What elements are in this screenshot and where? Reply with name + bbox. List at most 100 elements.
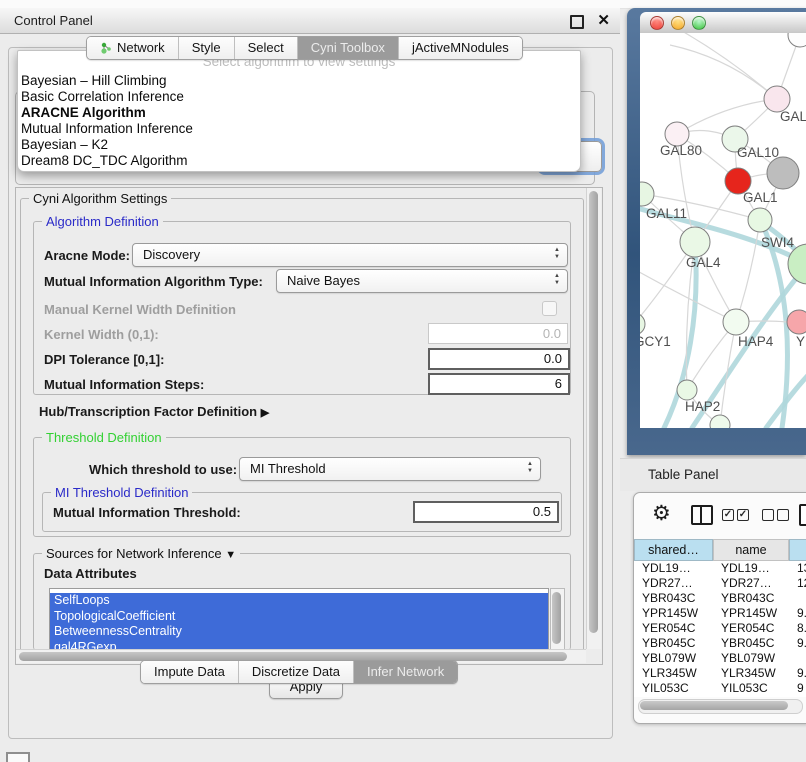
algorithm-option-dream8-dc-tdc-algorithm[interactable]: Dream8 DC_TDC Algorithm <box>18 153 580 169</box>
network-node-hap4[interactable] <box>723 309 749 335</box>
table-cell: YPR145W <box>634 606 713 621</box>
combo-arrows-icon: ▲▼ <box>527 461 533 475</box>
table-cell: 8. <box>789 621 806 636</box>
tab-cyni-toolbox[interactable]: Cyni Toolbox <box>297 37 398 59</box>
column-header-shared[interactable]: shared… <box>634 539 713 561</box>
table-row[interactable]: YPR145WYPR145W9. <box>634 606 806 621</box>
mi-threshold-field[interactable]: 0.5 <box>413 501 559 523</box>
dpi-tolerance-field[interactable]: 0.0 <box>428 348 570 370</box>
cyni-algorithm-settings-group: Cyni Algorithm Settings Algorithm Defini… <box>20 198 584 652</box>
which-threshold-combobox[interactable]: MI Threshold ▲▼ <box>239 457 541 481</box>
attribute-item-betweennesscentrality[interactable]: BetweennessCentrality <box>50 624 548 640</box>
table-panel-window: ⚙ ✓ ✓ shared…name YDL19…YDL19…13YDR27…YD… <box>633 492 806 724</box>
algorithm-option-bayesian-k2[interactable]: Bayesian – K2 <box>18 137 580 153</box>
docked-panel-icon[interactable] <box>6 752 30 762</box>
table-horizontal-scroll-thumb[interactable] <box>640 701 788 710</box>
table-row[interactable]: YBR045CYBR045C9. <box>634 636 806 651</box>
network-node-swi4[interactable] <box>788 244 806 284</box>
network-node-hap2[interactable] <box>677 380 697 400</box>
network-edge[interactable] <box>670 45 777 99</box>
mi-threshold-label: Mutual Information Threshold: <box>53 505 241 520</box>
checked-checkbox-icon[interactable]: ✓ <box>737 509 749 521</box>
network-node[interactable] <box>788 33 806 47</box>
control-panel-titlebar: Control Panel ✕ <box>0 8 620 34</box>
float-window-icon[interactable] <box>570 15 584 29</box>
aracne-mode-label: Aracne Mode: <box>44 248 130 263</box>
close-traffic-light-icon[interactable] <box>650 16 664 30</box>
table-horizontal-scrollbar[interactable] <box>638 699 803 714</box>
algorithm-option-bayesian-hill-climbing[interactable]: Bayesian – Hill Climbing <box>18 73 580 89</box>
bottom-tab-impute-data[interactable]: Impute Data <box>141 661 238 683</box>
attribute-item-topologicalcoefficient[interactable]: TopologicalCoefficient <box>50 609 548 625</box>
mi-algorithm-type-label: Mutual Information Algorithm Type: <box>44 274 263 289</box>
table-row[interactable]: YBL079WYBL079W <box>634 651 806 666</box>
collapsed-arrow-icon: ▶ <box>261 407 269 419</box>
network-node-gal4[interactable] <box>680 227 710 257</box>
expanded-arrow-icon: ▼ <box>225 549 236 561</box>
table-row[interactable]: YLR345WYLR345W9. <box>634 666 806 681</box>
table-row[interactable]: YBR043CYBR043C <box>634 591 806 606</box>
manual-kernel-width-label: Manual Kernel Width Definition <box>44 302 236 317</box>
table-row[interactable]: YIL053CYIL053C9 <box>634 681 806 696</box>
tab-label: jActiveMNodules <box>412 37 509 59</box>
tab-select[interactable]: Select <box>234 37 297 59</box>
network-node-y[interactable] <box>787 310 806 334</box>
attributes-list-scroll-thumb[interactable] <box>552 592 561 644</box>
network-view-window[interactable]: GALGAL80GAL10GAL1GAL11SWI4GAL4GCY1HAP4YH… <box>627 8 806 455</box>
tab-style[interactable]: Style <box>178 37 234 59</box>
column-header-name[interactable]: name <box>713 539 789 561</box>
table-cell <box>789 651 806 666</box>
algorithm-option-mutual-information-inference[interactable]: Mutual Information Inference <box>18 121 580 137</box>
column-layout-icon[interactable] <box>691 505 713 525</box>
network-node-gcy1[interactable] <box>640 313 645 335</box>
gear-icon[interactable]: ⚙ <box>652 501 671 526</box>
zoom-traffic-light-icon[interactable] <box>692 16 706 30</box>
minimize-traffic-light-icon[interactable] <box>671 16 685 30</box>
network-node[interactable] <box>767 157 799 189</box>
network-graph[interactable]: GALGAL80GAL10GAL1GAL11SWI4GAL4GCY1HAP4YH… <box>640 33 806 428</box>
node-label-gal10: GAL10 <box>737 145 779 160</box>
close-window-icon[interactable]: ✕ <box>597 10 610 32</box>
tab-network[interactable]: Network <box>87 37 178 59</box>
mi-threshold-definition-title: MI Threshold Definition <box>51 485 192 500</box>
bottom-tab-discretize-data[interactable]: Discretize Data <box>238 661 353 683</box>
mi-steps-field[interactable]: 6 <box>428 373 570 395</box>
mi-algorithm-type-combobox[interactable]: Naive Bayes ▲▼ <box>276 269 568 293</box>
which-threshold-label: Which threshold to use: <box>89 462 237 477</box>
table-cell: 9. <box>789 606 806 621</box>
control-panel-tabbar: NetworkStyleSelect Cyni Toolbox jActiveMNo… <box>86 36 523 60</box>
settings-vertical-scroll-thumb[interactable] <box>589 191 598 633</box>
network-window-titlebar[interactable] <box>640 12 806 34</box>
network-canvas[interactable]: GALGAL80GAL10GAL1GAL11SWI4GAL4GCY1HAP4YH… <box>640 33 806 428</box>
algorithm-option-aracne-algorithm[interactable]: ARACNE Algorithm <box>18 105 580 121</box>
table-toolbar: ⚙ ✓ ✓ <box>634 493 806 537</box>
algorithm-option-basic-correlation-inference[interactable]: Basic Correlation Inference <box>18 89 580 105</box>
settings-vertical-scrollbar[interactable] <box>586 188 601 649</box>
table-row[interactable]: YDR27…YDR27…12 <box>634 576 806 591</box>
threshold-definition-group: Threshold Definition Which threshold to … <box>33 437 571 537</box>
network-node[interactable] <box>710 415 730 428</box>
unchecked-checkbox-icon[interactable] <box>762 509 774 521</box>
unchecked-checkbox-icon[interactable] <box>777 509 789 521</box>
bottom-tab-infer-network[interactable]: Infer Network <box>353 661 457 683</box>
manual-kernel-width-checkbox[interactable] <box>542 301 557 316</box>
table-row[interactable]: YDL19…YDL19…13 <box>634 561 806 576</box>
bottom-tabbar: Impute DataDiscretize DataInfer Network <box>140 660 458 684</box>
table-cell: YPR145W <box>713 606 789 621</box>
checked-checkbox-icon[interactable]: ✓ <box>722 509 734 521</box>
new-table-icon[interactable] <box>799 504 806 526</box>
sources-title[interactable]: Sources for Network Inference ▼ <box>42 546 240 561</box>
aracne-mode-combobox[interactable]: Discovery ▲▼ <box>132 243 568 267</box>
network-node-gal11[interactable] <box>640 182 654 206</box>
tab-jactivemnodules[interactable]: jActiveMNodules <box>398 37 522 59</box>
hub-tf-definition-label[interactable]: Hub/Transcription Factor Definition ▶ <box>39 404 269 419</box>
table-cell: 12 <box>789 576 806 591</box>
network-node[interactable] <box>748 208 772 232</box>
network-edge[interactable] <box>675 33 777 99</box>
column-header-partial[interactable] <box>789 539 806 561</box>
table-row[interactable]: YER054CYER054C8. <box>634 621 806 636</box>
algorithm-definition-title: Algorithm Definition <box>42 214 163 229</box>
attribute-item-selfloops[interactable]: SelfLoops <box>50 593 548 609</box>
tab-label: Cyni Toolbox <box>311 37 385 59</box>
kernel-width-field[interactable]: 0.0 <box>428 323 568 344</box>
